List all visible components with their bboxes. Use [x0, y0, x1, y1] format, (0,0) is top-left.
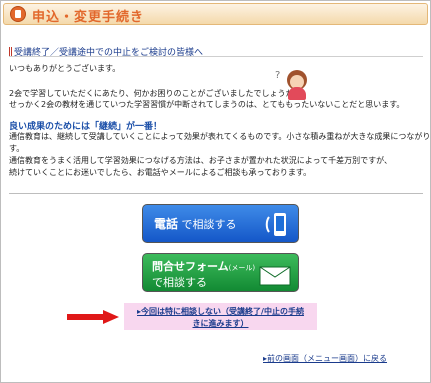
cancel-link-line-2: きに進みます） — [192, 319, 249, 328]
divider — [9, 193, 423, 194]
advice-line-1: 通信教育は、継続して受講していくことによって効果が表れてくるものです。小さな積み… — [9, 132, 431, 141]
form-consult-button[interactable]: 問合せフォーム(メール) で相談する — [142, 253, 299, 292]
form-consult-sublabel: で相談する — [152, 276, 207, 289]
form-icon — [10, 6, 26, 22]
page-title: 申込・変更手続き — [32, 10, 145, 25]
mail-icon — [259, 266, 291, 286]
section-marker-icon — [9, 47, 12, 56]
advice-line-4: 続けていくことにお迷いでしたら、お電話やメールによるご相談も承っております。 — [9, 168, 312, 177]
form-consult-label: 問合せフォーム(メール) — [152, 260, 256, 273]
cancel-link-line-1: ▸今回は特に相談しない（受講終了/中止の手続 — [137, 307, 304, 316]
section-underline — [9, 56, 423, 57]
greeting-text: いつもありがとうございます。 — [9, 64, 121, 73]
page-frame: 申込・変更手続き 受講終了／受講途中での中止をご検討の皆様へ いつもありがとうご… — [0, 0, 431, 383]
phone-icon — [265, 213, 286, 236]
intro-line-2: せっかく2会の教材を通じていつた学習習慣が中断されてしまうのは、とてももったいな… — [9, 100, 405, 109]
woman-illustration — [284, 70, 310, 100]
cancel-procedure-link[interactable]: ▸今回は特に相談しない（受講終了/中止の手続 きに進みます） — [124, 303, 317, 330]
phone-consult-label: 電話 で相談する — [154, 217, 237, 231]
back-to-menu-link[interactable]: ▸前の画面（メニュー画面）に戻る — [263, 353, 387, 364]
red-arrow-icon — [67, 310, 119, 324]
question-mark-icon: ? — [275, 70, 281, 81]
advice-line-3: 通信教育をうまく活用して学習効果につなげる方法は、お子さまが置かれた状況によって… — [9, 156, 392, 165]
page-header: 申込・変更手続き — [3, 3, 428, 25]
phone-consult-button[interactable]: 電話 で相談する — [142, 204, 299, 243]
advice-line-2: す。 — [9, 144, 25, 153]
